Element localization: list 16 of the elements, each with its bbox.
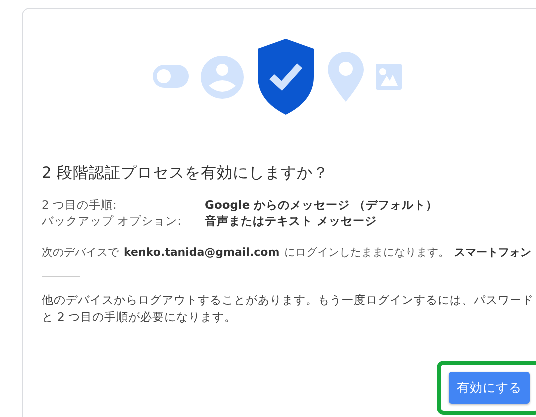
- person-icon: [200, 56, 244, 98]
- warning-text: 他のデバイスからログアウトすることがあります。もう一度ログインするには、パスワードと 2 つ目の手順が必要になります。: [42, 292, 534, 326]
- detail-label: バックアップ オプション:: [42, 214, 183, 229]
- image-icon: [376, 64, 402, 90]
- account-email: kenko.tanida@gmail.com: [124, 246, 280, 259]
- toggle-icon: [152, 65, 188, 89]
- detail-value: 音声またはテキスト メッセージ: [205, 214, 378, 229]
- detail-label: 2 つ目の手順:: [42, 198, 118, 213]
- dialog-title: 2 段階認証プロセスを有効にしますか？: [42, 163, 330, 184]
- shield-check-icon: [256, 39, 316, 115]
- enable-button[interactable]: 有効にする: [449, 372, 530, 404]
- location-pin-icon: [328, 52, 364, 102]
- device-name: スマートフォン: [454, 245, 532, 260]
- notice-text: 次のデバイスで: [42, 245, 119, 260]
- notice-text: にログインしたままになります。: [284, 245, 450, 260]
- detail-value: Google からのメッセージ （デフォルト）: [205, 198, 440, 213]
